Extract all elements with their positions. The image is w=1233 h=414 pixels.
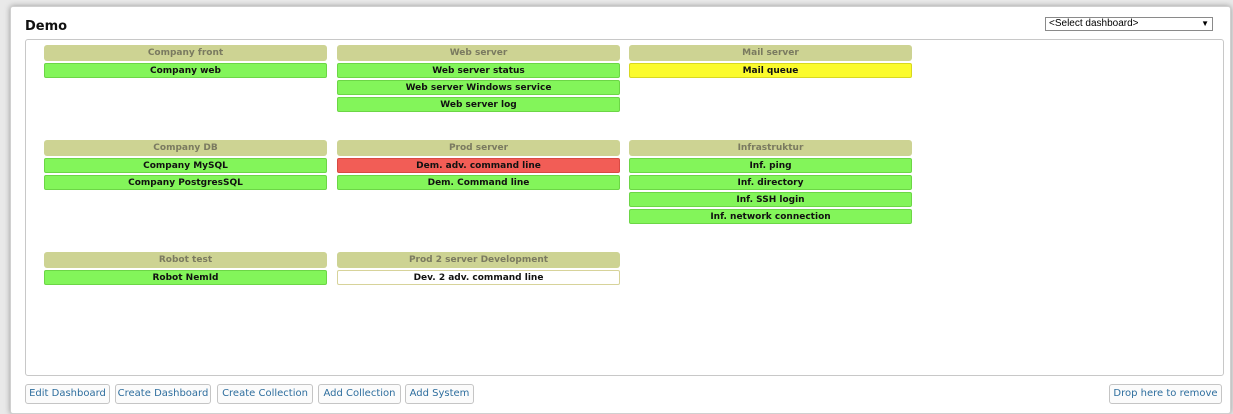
dashboard-select[interactable]: <Select dashboard> ▼ (1045, 17, 1213, 31)
system-item[interactable]: Inf. network connection (629, 209, 912, 224)
system-item[interactable]: Dem. Command line (337, 175, 620, 190)
collection-web-server[interactable]: Web server Web server status Web server … (337, 45, 620, 112)
collection-robot-test[interactable]: Robot test Robot NemId (44, 252, 327, 285)
collection-mail-server[interactable]: Mail server Mail queue (629, 45, 912, 78)
create-collection-button[interactable]: Create Collection (217, 384, 313, 404)
collection-company-front[interactable]: Company front Company web (44, 45, 327, 78)
add-collection-button[interactable]: Add Collection (318, 384, 401, 404)
collection-header: Infrastruktur (629, 140, 912, 156)
collection-prod-2-server-development[interactable]: Prod 2 server Development Dev. 2 adv. co… (337, 252, 620, 285)
collection-header: Robot test (44, 252, 327, 268)
dropdown-arrow-icon: ▼ (1201, 19, 1209, 28)
dashboard-title: Demo (25, 19, 68, 34)
system-item[interactable]: Dem. adv. command line (337, 158, 620, 173)
system-item[interactable]: Web server log (337, 97, 620, 112)
collection-header: Mail server (629, 45, 912, 61)
collection-header: Company DB (44, 140, 327, 156)
dashboard-window: Demo <Select dashboard> ▼ Company front … (10, 6, 1231, 414)
collection-company-db[interactable]: Company DB Company MySQL Company Postgre… (44, 140, 327, 190)
system-item[interactable]: Mail queue (629, 63, 912, 78)
system-item[interactable]: Dev. 2 adv. command line (337, 270, 620, 285)
collection-header: Prod 2 server Development (337, 252, 620, 268)
dashboard-board: Company front Company web Web server Web… (25, 39, 1224, 376)
system-item[interactable]: Company PostgresSQL (44, 175, 327, 190)
system-item[interactable]: Inf. directory (629, 175, 912, 190)
create-dashboard-button[interactable]: Create Dashboard (115, 384, 211, 404)
drop-remove-zone[interactable]: Drop here to remove (1109, 384, 1222, 404)
system-item[interactable]: Inf. ping (629, 158, 912, 173)
collection-header: Prod server (337, 140, 620, 156)
collection-infrastruktur[interactable]: Infrastruktur Inf. ping Inf. directory I… (629, 140, 912, 224)
edit-dashboard-button[interactable]: Edit Dashboard (25, 384, 110, 404)
collection-prod-server[interactable]: Prod server Dem. adv. command line Dem. … (337, 140, 620, 190)
collection-header: Web server (337, 45, 620, 61)
system-item[interactable]: Web server Windows service (337, 80, 620, 95)
dashboard-select-value: <Select dashboard> (1049, 18, 1139, 29)
system-item[interactable]: Company MySQL (44, 158, 327, 173)
collection-header: Company front (44, 45, 327, 61)
system-item[interactable]: Inf. SSH login (629, 192, 912, 207)
system-item[interactable]: Robot NemId (44, 270, 327, 285)
add-system-button[interactable]: Add System (405, 384, 474, 404)
system-item[interactable]: Company web (44, 63, 327, 78)
system-item[interactable]: Web server status (337, 63, 620, 78)
